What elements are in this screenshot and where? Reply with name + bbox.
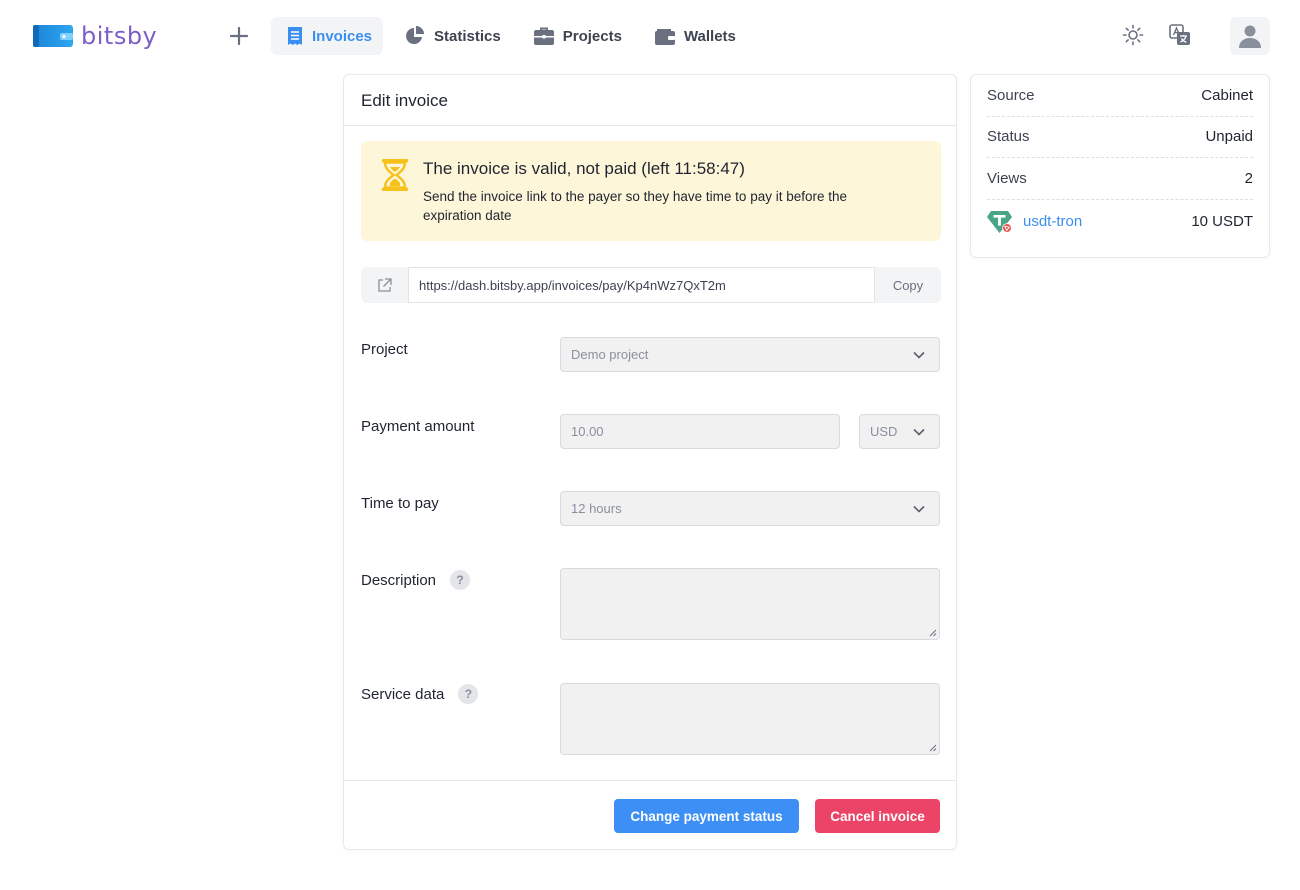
description-label-text: Description (361, 571, 437, 589)
resize-handle-icon[interactable] (929, 744, 937, 752)
project-select[interactable]: Demo project (560, 337, 940, 372)
payment-amount-label: Payment amount (361, 418, 475, 435)
currency-select[interactable]: USD (859, 414, 940, 449)
detail-row-source: Source Cabinet (987, 75, 1253, 117)
detail-label: Source (987, 86, 1035, 104)
alert-title: The invoice is valid, not paid (left 11:… (423, 159, 745, 178)
coin-link[interactable]: usdt-tron (987, 210, 1082, 234)
nav-projects-label: Projects (562, 27, 622, 45)
theme-toggle-button[interactable] (1120, 22, 1146, 48)
project-label: Project (361, 341, 408, 358)
create-invoice-button[interactable] (224, 21, 254, 51)
chevron-down-icon (913, 505, 925, 513)
top-header: bitsby Invoices Statistics Projects Wall… (0, 0, 1300, 72)
user-avatar-icon (1239, 25, 1261, 48)
sun-icon (1122, 24, 1144, 46)
edit-invoice-card: Edit invoice The invoice is valid, not p… (343, 74, 957, 850)
nav-wallets-label: Wallets (683, 27, 736, 45)
service-data-label-text: Service data (361, 685, 445, 703)
briefcase-icon (533, 27, 554, 45)
time-to-pay-select[interactable]: 12 hours (560, 491, 940, 526)
hourglass-icon (381, 159, 409, 196)
nav-wallets[interactable]: Wallets (639, 17, 747, 55)
tether-icon (987, 210, 1012, 233)
service-data-textarea[interactable] (560, 683, 940, 755)
coin-name: usdt-tron (1023, 213, 1083, 230)
service-data-label: Service data ? (361, 684, 479, 704)
time-to-pay-label: Time to pay (361, 495, 439, 512)
nav-statistics[interactable]: Statistics (389, 17, 512, 55)
nav-statistics-label: Statistics (434, 27, 501, 45)
copy-link-button[interactable]: Copy (875, 267, 941, 303)
brand-logo[interactable]: bitsby (33, 22, 157, 50)
invoice-status-alert: The invoice is valid, not paid (left 11:… (361, 141, 941, 241)
language-button[interactable] (1167, 22, 1193, 48)
coin-amount: 10 USDT (1191, 213, 1253, 230)
currency-select-value: USD (870, 424, 898, 439)
invoice-link-input[interactable] (408, 267, 875, 303)
pie-chart-icon (406, 26, 425, 44)
payment-amount-input[interactable]: 10.00 (560, 414, 840, 449)
description-help-icon[interactable]: ? (450, 570, 471, 590)
brand-name: bitsby (81, 22, 158, 50)
plus-icon (230, 27, 248, 45)
change-payment-status-button[interactable]: Change payment status (614, 799, 799, 833)
detail-value: Unpaid (1205, 128, 1253, 146)
nav-projects[interactable]: Projects (518, 17, 633, 55)
detail-row-status: Status Unpaid (987, 117, 1253, 158)
detail-label: Status (987, 128, 1030, 146)
detail-label: Views (987, 169, 1027, 187)
invoice-details-card: Source Cabinet Status Unpaid Views 2 usd… (970, 74, 1270, 258)
card-title: Edit invoice (344, 75, 956, 126)
card-footer: Change payment status Cancel invoice (344, 780, 956, 850)
detail-row-views: Views 2 (987, 158, 1253, 200)
service-data-help-icon[interactable]: ? (458, 684, 479, 704)
detail-row-coin: usdt-tron 10 USDT (987, 200, 1253, 244)
cancel-invoice-button[interactable]: Cancel invoice (815, 799, 940, 833)
payment-amount-value: 10.00 (571, 424, 604, 439)
description-textarea[interactable] (560, 568, 940, 640)
description-label: Description ? (361, 570, 471, 590)
chevron-down-icon (913, 428, 925, 436)
translate-icon (1169, 24, 1190, 45)
detail-value: 2 (1244, 169, 1253, 187)
nav-invoices[interactable]: Invoices (271, 17, 384, 55)
wallet-icon (654, 29, 675, 45)
open-link-button[interactable] (361, 267, 408, 303)
receipt-icon (288, 27, 302, 45)
detail-value: Cabinet (1201, 86, 1253, 104)
external-link-icon (378, 277, 392, 292)
resize-handle-icon[interactable] (929, 629, 937, 637)
wallet-logo-icon (33, 23, 73, 49)
user-menu-button[interactable] (1230, 17, 1270, 55)
alert-text: Send the invoice link to the payer so th… (423, 189, 848, 223)
project-select-value: Demo project (571, 347, 649, 362)
main-nav: Invoices Statistics Projects Wallets (271, 17, 753, 55)
nav-invoices-label: Invoices (312, 27, 373, 45)
chevron-down-icon (913, 351, 925, 359)
time-to-pay-value: 12 hours (571, 501, 622, 516)
invoice-link-row: Copy (361, 267, 941, 303)
